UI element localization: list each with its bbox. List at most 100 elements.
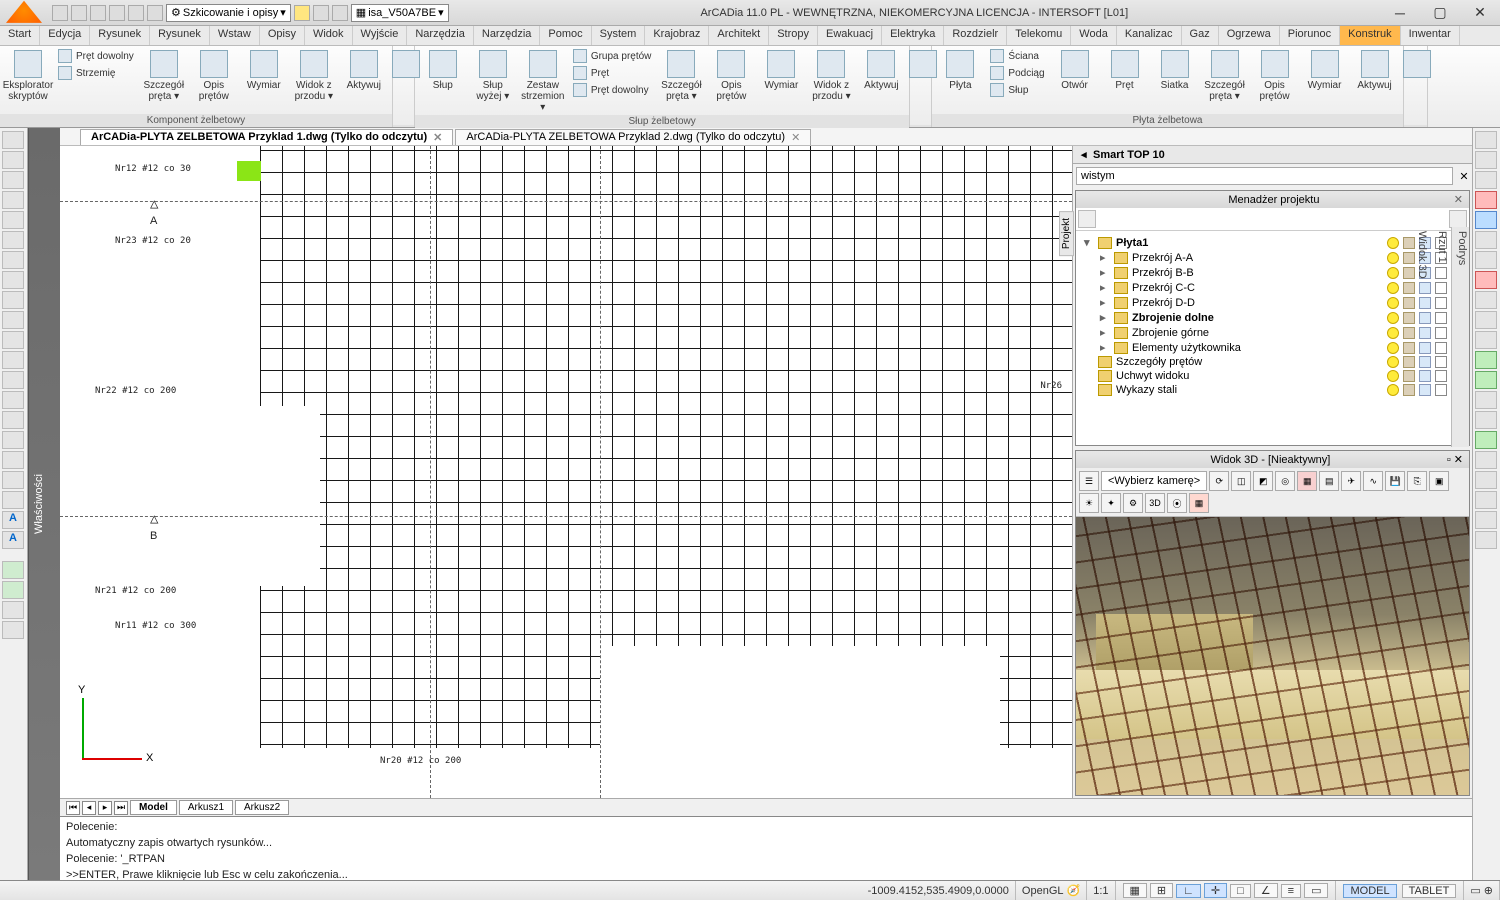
visibility-icon[interactable] — [1387, 327, 1399, 339]
join-tool-icon[interactable] — [1475, 411, 1497, 429]
ribbon-tab-narzędzia[interactable]: Narzędzia — [407, 26, 474, 45]
ribbon-tab-ewakuacj[interactable]: Ewakuacj — [818, 26, 882, 45]
osnap-toggle[interactable]: □ — [1230, 884, 1251, 898]
lock-icon[interactable] — [1403, 327, 1415, 339]
sheet-tab-2[interactable]: Arkusz2 — [235, 800, 289, 815]
ribbon-btn-słup[interactable]: Słup — [419, 48, 467, 93]
visibility-icon[interactable] — [1387, 252, 1399, 264]
offset-tool-icon[interactable] — [1475, 231, 1497, 249]
arc-tool-icon[interactable] — [2, 191, 24, 209]
view3d-fx-icon[interactable]: ✦ — [1101, 493, 1121, 513]
expand-icon[interactable]: ▸ — [1100, 281, 1110, 294]
ribbon-btn-opis[interactable]: Opisprętów — [707, 48, 755, 104]
sheet-nav-first[interactable]: ⏮ — [66, 801, 80, 815]
boundary-tool-icon[interactable] — [2, 371, 24, 389]
point-tool-icon[interactable] — [2, 271, 24, 289]
minimize-button[interactable]: ─ — [1380, 0, 1420, 26]
view3d-copy-icon[interactable]: ⎘ — [1407, 471, 1427, 491]
ribbon-btn-szczegół[interactable]: Szczegółpręta ▾ — [140, 48, 188, 104]
expand-icon[interactable]: ▸ — [1100, 251, 1110, 264]
project-side-tab[interactable]: Projekt — [1059, 211, 1074, 256]
ribbon-btn-widok-z[interactable]: Widok zprzodu ▾ — [290, 48, 338, 104]
pan-tool-icon[interactable] — [2, 601, 24, 619]
ribbon-btn-aktywuj[interactable]: Aktywuj — [340, 48, 388, 93]
view3d-stop-icon[interactable]: ▦ — [1297, 471, 1317, 491]
lock-icon[interactable] — [1403, 342, 1415, 354]
ribbon-overflow-icon[interactable] — [914, 48, 932, 80]
polyline-tool-icon[interactable] — [2, 151, 24, 169]
stretch-tool-icon[interactable] — [1475, 311, 1497, 329]
lock-icon[interactable] — [1403, 297, 1415, 309]
ribbon-tab-pomoc[interactable]: Pomoc — [540, 26, 591, 45]
ribbon-btn-słup[interactable]: Słupwyżej ▾ — [469, 48, 517, 104]
status-icon-2[interactable]: ⊕ — [1484, 884, 1493, 897]
smart-search-input[interactable] — [1076, 167, 1453, 185]
sheet-nav-next[interactable]: ▸ — [98, 801, 112, 815]
drawing-canvas[interactable]: Nr12 #12 co 30 Nr23 #12 co 20 Nr22 #12 c… — [60, 146, 1072, 798]
lock-icon[interactable] — [1403, 384, 1415, 396]
ribbon-tab-rysunek[interactable]: Rysunek — [90, 26, 150, 45]
view3d-walk-icon[interactable]: ∿ — [1363, 471, 1383, 491]
ribbon-btn-wymiar[interactable]: Wymiar — [1301, 48, 1349, 93]
scale-tool-icon[interactable] — [1475, 331, 1497, 349]
camera-select[interactable]: <Wybierz kamerę> — [1101, 471, 1207, 491]
ribbon-btn-widok-z[interactable]: Widok zprzodu ▾ — [807, 48, 855, 104]
properties-panel-collapsed[interactable]: Właściwości — [28, 128, 60, 880]
ribbon-btn-pręt-dowolny[interactable]: Pręt dowolny — [569, 82, 656, 98]
snap-toggle-2[interactable]: ⊞ — [1150, 883, 1173, 898]
lock-icon[interactable] — [1403, 252, 1415, 264]
lwt-toggle[interactable]: ≡ — [1281, 884, 1301, 898]
tree-item[interactable]: ▸Przekrój A-A — [1080, 250, 1447, 265]
view3d-cube2-icon[interactable]: ◩ — [1253, 471, 1273, 491]
expand-icon[interactable]: ▸ — [1100, 311, 1110, 324]
expand-icon[interactable]: ▾ — [1084, 236, 1094, 249]
revision-tool-icon[interactable] — [2, 411, 24, 429]
qat-undo-icon[interactable] — [128, 5, 144, 21]
otrack-toggle[interactable]: ∠ — [1254, 883, 1278, 898]
array-tool-icon[interactable] — [1475, 251, 1497, 269]
tree-item[interactable]: ▸Przekrój B-B — [1080, 265, 1447, 280]
ellipse-tool-icon[interactable] — [2, 231, 24, 249]
visibility-icon[interactable] — [1387, 267, 1399, 279]
sheet-nav-prev[interactable]: ◂ — [82, 801, 96, 815]
lock-icon[interactable] — [1403, 312, 1415, 324]
ribbon-btn-płyta[interactable]: Płyta — [936, 48, 984, 93]
view3d-refresh-icon[interactable]: ⟳ — [1209, 471, 1229, 491]
mline-tool-icon[interactable] — [2, 491, 24, 509]
ribbon-tab-rozdzielr[interactable]: Rozdzielr — [944, 26, 1007, 45]
explode-tool-icon[interactable] — [1475, 431, 1497, 449]
tab-close-icon[interactable]: ✕ — [433, 131, 442, 144]
ribbon-tab-widok[interactable]: Widok — [305, 26, 353, 45]
align-tool-icon[interactable] — [1475, 451, 1497, 469]
visibility-icon[interactable] — [1387, 312, 1399, 324]
visibility-icon[interactable] — [1387, 297, 1399, 309]
qat-new-icon[interactable] — [52, 5, 68, 21]
wipeout-tool-icon[interactable] — [2, 391, 24, 409]
ribbon-overflow-icon[interactable] — [397, 48, 415, 80]
expand-icon[interactable]: ▸ — [1100, 326, 1110, 339]
ortho-toggle[interactable]: ∟ — [1176, 884, 1201, 898]
ribbon-tab-ogrzewa[interactable]: Ogrzewa — [1219, 26, 1280, 45]
view3d-cube1-icon[interactable]: ◫ — [1231, 471, 1251, 491]
tab-close-icon[interactable]: ✕ — [791, 131, 800, 144]
ribbon-btn-grupa-prętów[interactable]: Grupa prętów — [569, 48, 656, 64]
view3d-wall-icon[interactable]: ▤ — [1319, 471, 1339, 491]
tree-item[interactable]: Szczegóły prętów — [1080, 355, 1447, 369]
spline-tool-icon[interactable] — [2, 171, 24, 189]
project-home-icon[interactable] — [1078, 210, 1096, 228]
workspace-combo[interactable]: ⚙ Szkicowanie i opisy ▾ — [166, 4, 291, 22]
copy-tool-icon[interactable] — [1475, 151, 1497, 169]
view3d-menu-icon[interactable]: ☰ — [1079, 471, 1099, 491]
view3d-grid-icon[interactable]: ▦ — [1189, 493, 1209, 513]
rectangle-tool-icon[interactable] — [2, 291, 24, 309]
ribbon-btn-opis[interactable]: Opisprętów — [190, 48, 238, 104]
model-toggle[interactable]: MODEL — [1343, 884, 1396, 898]
ribbon-tab-system[interactable]: System — [592, 26, 646, 45]
qat-open-icon[interactable] — [71, 5, 87, 21]
extend-tool-icon[interactable] — [1475, 291, 1497, 309]
tree-item[interactable]: ▸Przekrój D-D — [1080, 295, 1447, 310]
ribbon-btn-opis[interactable]: Opisprętów — [1251, 48, 1299, 104]
undo-arrow-icon[interactable] — [2, 581, 24, 599]
lock-icon[interactable] — [1403, 282, 1415, 294]
zoom-tool-icon[interactable] — [2, 621, 24, 639]
